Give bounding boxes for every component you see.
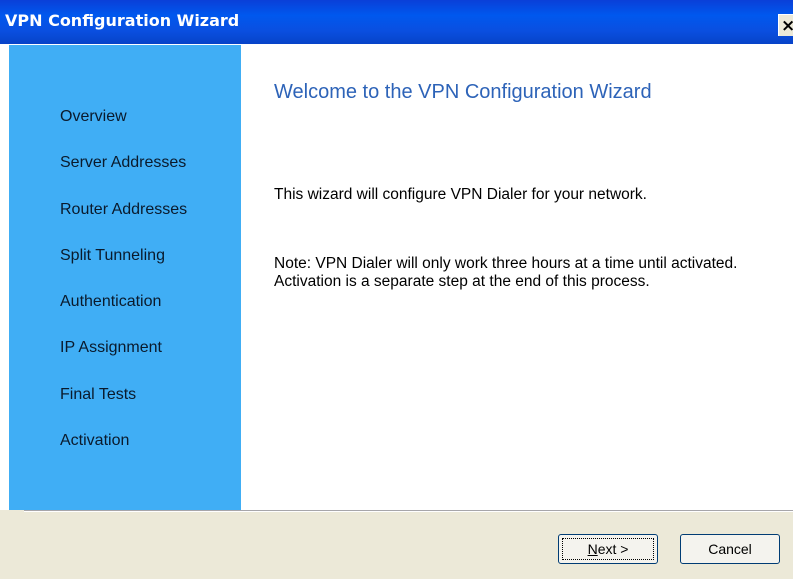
step-overview: Overview (60, 108, 127, 125)
intro-text: This wizard will configure VPN Dialer fo… (274, 186, 647, 203)
close-icon: × (781, 16, 793, 36)
steps-list: Overview Server Addresses Router Address… (60, 107, 187, 477)
focus-rectangle (562, 538, 654, 560)
step-split-tunneling: Split Tunneling (60, 246, 165, 264)
steps-sidebar: Overview Server Addresses Router Address… (9, 45, 241, 510)
cancel-button[interactable]: Cancel (680, 534, 780, 564)
page-title: Welcome to the VPN Configuration Wizard (274, 81, 652, 103)
next-button[interactable]: Next > (558, 534, 658, 564)
note-text: Note: VPN Dialer will only work three ho… (274, 255, 738, 290)
step-activation: Activation (60, 432, 130, 450)
step-server-addresses: Server Addresses (60, 154, 187, 172)
button-bar (0, 512, 793, 579)
step-authentication: Authentication (60, 293, 162, 311)
step-router-addresses: Router Addresses (60, 200, 188, 218)
close-button[interactable]: × (778, 14, 793, 36)
wizard-window: VPN Configuration Wizard × Overview Serv… (0, 0, 793, 579)
step-ip-assignment: IP Assignment (60, 339, 162, 357)
window-title: VPN Configuration Wizard (5, 11, 240, 30)
wizard-content: Overview Server Addresses Router Address… (0, 45, 793, 510)
step-final-tests: Final Tests (60, 385, 137, 403)
title-bar[interactable]: VPN Configuration Wizard × (0, 0, 793, 45)
